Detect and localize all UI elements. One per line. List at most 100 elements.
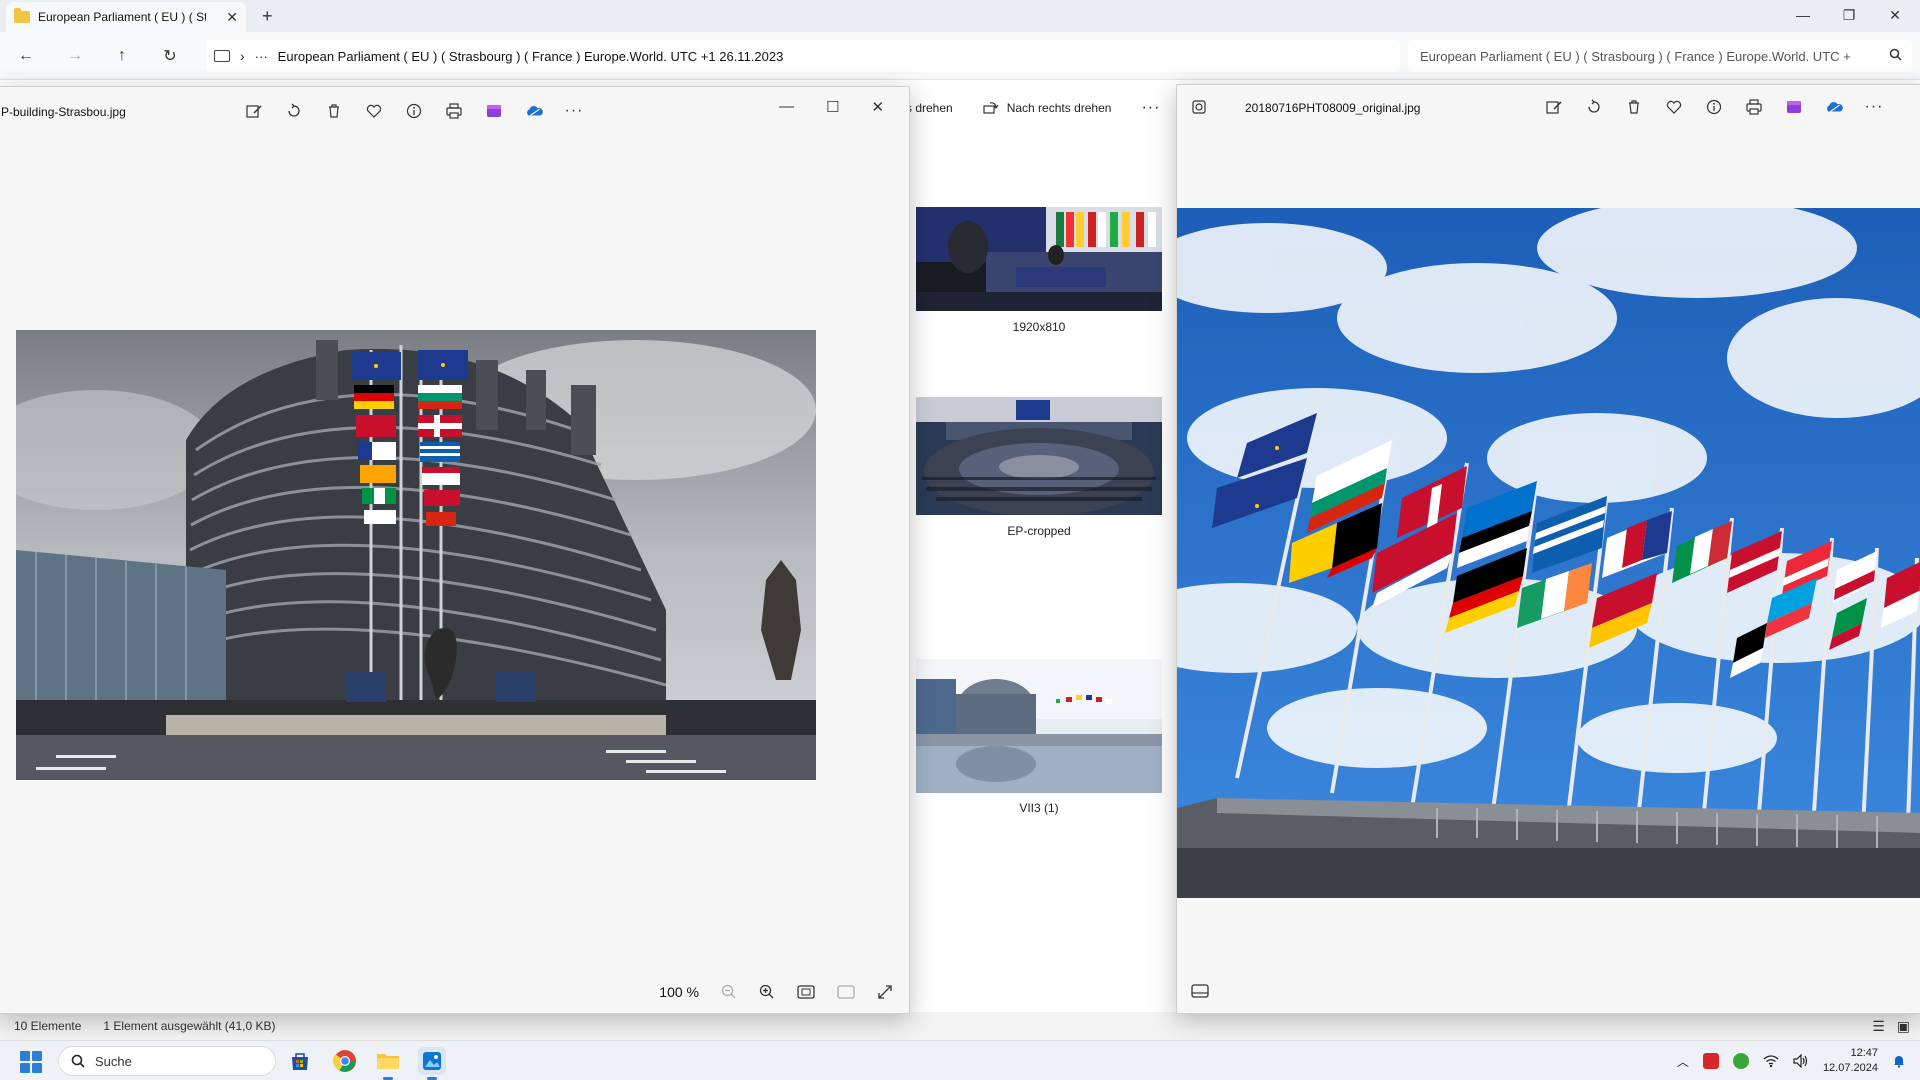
taskbar: Suche ︿ 12:47 12.07.2024 bbox=[0, 1040, 1920, 1080]
print-icon[interactable] bbox=[1745, 98, 1763, 116]
clock[interactable]: 12:47 12.07.2024 bbox=[1823, 1046, 1878, 1076]
thumbnail-image bbox=[916, 207, 1162, 311]
explorer-statusbar: 10 Elemente 1 Element ausgewählt (41,0 K… bbox=[0, 1012, 1920, 1040]
breadcrumb-chevron-icon: › bbox=[240, 48, 245, 64]
tiles-view-icon[interactable]: ▣ bbox=[1897, 1018, 1910, 1035]
thumbnail-label: 1920x810 bbox=[1012, 320, 1066, 334]
system-tray: ︿ 12:47 12.07.2024 bbox=[1677, 1041, 1906, 1080]
clipchamp-icon[interactable] bbox=[485, 102, 503, 120]
tab-title: European Parliament ( EU ) ( St bbox=[38, 10, 206, 24]
edit-icon[interactable] bbox=[245, 102, 263, 120]
clock-date: 12.07.2024 bbox=[1822, 1062, 1878, 1074]
refresh-button[interactable]: ↻ bbox=[156, 44, 184, 68]
info-icon[interactable] bbox=[405, 102, 423, 120]
viewer-window-controls: — ☐ ✕ bbox=[779, 98, 884, 116]
photos-viewer-left: P-building-Strasbou.jpg ··· — ☐ ✕ 100 % bbox=[0, 86, 910, 1014]
gallery-icon[interactable] bbox=[1191, 99, 1207, 115]
delete-icon[interactable] bbox=[1625, 98, 1643, 116]
file-explorer-app-icon[interactable] bbox=[374, 1047, 402, 1080]
favorite-icon[interactable] bbox=[365, 102, 383, 120]
edit-icon[interactable] bbox=[1545, 98, 1563, 116]
more-icon[interactable]: ··· bbox=[565, 102, 583, 120]
breadcrumb-more-button[interactable]: ··· bbox=[255, 49, 268, 64]
folder-icon bbox=[14, 8, 30, 23]
viewer-filename: 20180716PHT08009_original.jpg bbox=[1245, 101, 1421, 115]
viewer-close-button[interactable]: ✕ bbox=[871, 98, 884, 116]
taskbar-search-label: Suche bbox=[95, 1053, 132, 1069]
acrobat-tray-icon[interactable] bbox=[1702, 1053, 1719, 1069]
delete-icon[interactable] bbox=[325, 102, 343, 120]
explorer-addressbar: ← → ↑ ↻ › ··· European Parliament ( EU )… bbox=[0, 32, 1920, 80]
rotate-right-button[interactable]: Nach rechts drehen bbox=[983, 101, 1112, 115]
info-icon[interactable] bbox=[1705, 98, 1723, 116]
zoom-in-icon[interactable] bbox=[759, 984, 775, 1000]
viewer-maximize-button[interactable]: ☐ bbox=[826, 98, 839, 116]
rotate-right-label: Nach rechts drehen bbox=[1006, 101, 1112, 115]
rotate-left-label: s drehen bbox=[906, 101, 953, 115]
notification-bell-icon[interactable] bbox=[1892, 1054, 1906, 1068]
thumbnail-ep-cropped[interactable] bbox=[916, 397, 1162, 516]
chrome-app-icon[interactable] bbox=[331, 1047, 359, 1075]
tab-explorer[interactable]: European Parliament ( EU ) ( St ✕ bbox=[6, 2, 246, 32]
forward-button[interactable]: → bbox=[61, 44, 89, 68]
clock-time: 12:47 bbox=[1850, 1047, 1878, 1059]
thumbnail-label: EP-cropped bbox=[1007, 524, 1071, 538]
photos-app-icon[interactable] bbox=[418, 1047, 446, 1080]
volume-icon[interactable] bbox=[1793, 1054, 1809, 1068]
thumbnail-vii3[interactable] bbox=[916, 659, 1162, 793]
favorite-icon[interactable] bbox=[1665, 98, 1683, 116]
rotate-left-button[interactable]: s drehen bbox=[906, 101, 953, 115]
address-field[interactable]: › ··· European Parliament ( EU ) ( Stras… bbox=[206, 40, 1400, 72]
onedrive-icon[interactable] bbox=[525, 102, 543, 120]
rotate-right-icon bbox=[983, 102, 999, 114]
photo-parliament-building bbox=[16, 330, 816, 780]
thumbnail-image bbox=[916, 659, 1162, 793]
zoom-out-icon[interactable] bbox=[721, 984, 737, 1000]
onedrive-icon[interactable] bbox=[1825, 98, 1843, 116]
clipchamp-icon[interactable] bbox=[1785, 98, 1803, 116]
minimize-button[interactable]: — bbox=[1780, 0, 1826, 30]
search-placeholder: European Parliament ( EU ) ( Strasbourg … bbox=[1420, 48, 1851, 64]
more-icon[interactable]: ··· bbox=[1865, 98, 1883, 116]
viewer-toolbar: ··· bbox=[1545, 98, 1883, 116]
security-tray-icon[interactable] bbox=[1732, 1053, 1749, 1069]
rotate-icon[interactable] bbox=[1585, 98, 1603, 116]
store-app-icon[interactable] bbox=[286, 1047, 314, 1075]
details-view-icon[interactable]: ☰ bbox=[1872, 1018, 1885, 1035]
print-icon[interactable] bbox=[445, 102, 463, 120]
search-icon bbox=[71, 1054, 85, 1068]
thumbnail-1920x810[interactable] bbox=[916, 207, 1162, 311]
selection-info: 1 Element ausgewählt (41,0 KB) bbox=[103, 1019, 276, 1033]
viewer-bottombar: 100 % bbox=[0, 971, 909, 1013]
thumbnail-label: VII3 (1) bbox=[1019, 801, 1059, 815]
start-button[interactable] bbox=[20, 1051, 42, 1073]
new-tab-button[interactable]: + bbox=[262, 6, 273, 27]
explorer-commandbar: s drehen Nach rechts drehen ··· bbox=[906, 88, 1160, 128]
restore-button[interactable]: ❐ bbox=[1826, 0, 1872, 30]
item-count: 10 Elemente bbox=[14, 1019, 82, 1033]
photo-flags bbox=[1177, 208, 1920, 898]
up-button[interactable]: ↑ bbox=[108, 44, 136, 68]
windows-logo-tile bbox=[32, 1051, 42, 1061]
back-button[interactable]: ← bbox=[12, 44, 40, 68]
viewer-bottombar bbox=[1177, 971, 1920, 1013]
windows-logo-tile bbox=[32, 1063, 42, 1073]
tab-close-icon[interactable]: ✕ bbox=[226, 9, 238, 26]
close-button[interactable]: ✕ bbox=[1872, 0, 1918, 30]
more-options-button[interactable]: ··· bbox=[1141, 99, 1160, 117]
thumbnail-image bbox=[916, 397, 1162, 516]
viewer-minimize-button[interactable]: — bbox=[779, 98, 794, 116]
windows-logo-tile bbox=[20, 1063, 30, 1073]
chevron-up-icon[interactable]: ︿ bbox=[1677, 1053, 1689, 1070]
fit-to-window-icon[interactable] bbox=[797, 985, 815, 999]
viewer-filename: P-building-Strasbou.jpg bbox=[1, 105, 126, 119]
filmstrip-icon[interactable] bbox=[1191, 984, 1209, 998]
actual-size-icon[interactable] bbox=[837, 985, 855, 999]
taskbar-search[interactable]: Suche bbox=[58, 1046, 276, 1076]
wifi-icon[interactable] bbox=[1763, 1054, 1779, 1068]
search-input[interactable]: European Parliament ( EU ) ( Strasbourg … bbox=[1408, 40, 1912, 72]
rotate-icon[interactable] bbox=[285, 102, 303, 120]
fullscreen-icon[interactable] bbox=[877, 984, 893, 1000]
photos-viewer-right: 20180716PHT08009_original.jpg ··· bbox=[1176, 84, 1920, 1014]
monitor-icon bbox=[214, 50, 230, 62]
